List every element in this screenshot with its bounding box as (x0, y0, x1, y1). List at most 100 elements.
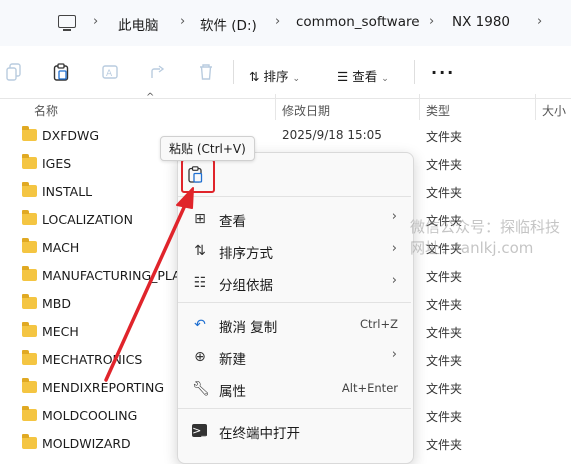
file-date: 2025/9/18 15:05 (282, 128, 382, 142)
file-type: 文件夹 (426, 270, 463, 284)
chevron-right-icon: › (537, 14, 543, 29)
watermark-line-1: 微信公众号：探临科技 (410, 218, 561, 236)
menu-item-label: 属性 (219, 384, 246, 400)
folder-icon (22, 154, 37, 169)
menu-item-label: 新建 (219, 352, 246, 368)
file-name: LOCALIZATION (42, 212, 133, 227)
computer-icon (58, 15, 76, 31)
folder-icon (22, 322, 37, 337)
chevron-right-icon: › (391, 241, 397, 256)
menu-divider (178, 196, 411, 197)
menu-item-label: 撤消 复制 (219, 320, 278, 336)
file-type: 文件夹 (426, 186, 463, 200)
delete-icon[interactable] (198, 63, 214, 81)
copy-icon[interactable] (6, 63, 22, 81)
folder-icon (22, 434, 37, 449)
menu-shortcut: Alt+Enter (341, 381, 398, 395)
folder-icon (22, 182, 37, 197)
file-name: MBD (42, 296, 71, 311)
column-header-name[interactable]: 名称 (34, 102, 58, 119)
file-name: MECHATRONICS (42, 352, 143, 367)
sort-icon: ⇅ (194, 243, 206, 259)
file-type: 文件夹 (426, 382, 463, 396)
file-name: MECH (42, 324, 79, 339)
column-divider[interactable] (535, 94, 536, 120)
toolbar-divider (233, 60, 234, 84)
folder-icon (22, 378, 37, 393)
menu-item-properties[interactable]: 🔧︎ 属性 Alt+Enter (178, 374, 411, 402)
command-bar: A ⇅ 排序 ⌄ ☰ 查看 ⌄ ··· (0, 46, 571, 99)
folder-icon (22, 126, 37, 141)
chevron-down-icon: ⌄ (292, 74, 301, 84)
folder-icon (22, 294, 37, 309)
view-button-label: 查看 (352, 69, 378, 84)
paste-icon[interactable] (53, 63, 69, 81)
menu-item-group-by[interactable]: ☷ 分组依据 › (178, 268, 411, 296)
share-icon[interactable] (150, 63, 166, 81)
menu-item-label: 查看 (219, 214, 246, 230)
chevron-right-icon: › (180, 14, 186, 29)
file-name: MOLDWIZARD (42, 436, 131, 451)
file-type: 文件夹 (426, 298, 463, 312)
wrench-icon: 🔧︎ (192, 381, 210, 397)
breadcrumb-common-software[interactable]: common_software (296, 14, 420, 30)
chevron-right-icon: › (391, 273, 397, 288)
breadcrumb-nx-1980[interactable]: NX 1980 (452, 14, 510, 30)
folder-icon (22, 266, 37, 281)
folder-icon (22, 406, 37, 421)
paste-icon[interactable] (188, 166, 203, 183)
paste-tooltip: 粘贴 (Ctrl+V) (160, 136, 255, 161)
svg-text:A: A (106, 69, 113, 79)
file-name: INSTALL (42, 184, 93, 199)
file-name: DXFDWG (42, 128, 100, 143)
sort-button[interactable]: ⇅ 排序 ⌄ (249, 66, 300, 85)
watermark-line-2: 网址：tanlkj.com (410, 239, 534, 257)
view-icon: ☰ (337, 69, 349, 84)
sort-button-label: 排序 (263, 69, 289, 84)
undo-icon: ↶ (194, 317, 206, 333)
menu-item-undo-copy[interactable]: ↶ 撤消 复制 Ctrl+Z (178, 310, 411, 338)
rename-icon[interactable]: A (102, 63, 118, 81)
breadcrumb-drive-d[interactable]: 软件 (D:) (200, 14, 257, 34)
menu-item-view[interactable]: ⊞ 查看 › (178, 204, 411, 232)
file-type: 文件夹 (426, 410, 463, 424)
column-header-type[interactable]: 类型 (426, 102, 450, 119)
column-divider[interactable] (419, 94, 420, 120)
file-name: IGES (42, 156, 72, 171)
menu-item-label: 排序方式 (219, 246, 273, 262)
menu-item-label: 在终端中打开 (219, 426, 300, 442)
chevron-right-icon: › (391, 209, 397, 224)
column-header-size[interactable]: 大小 (542, 102, 566, 119)
chevron-right-icon: › (93, 14, 99, 29)
file-name: MANUFACTURING_PLA (42, 268, 181, 283)
column-header-row: 名称 修改日期 类型 大小 (0, 94, 571, 122)
folder-icon (22, 238, 37, 253)
list-icon: ☷ (193, 275, 207, 291)
file-name: MACH (42, 240, 80, 255)
column-header-date[interactable]: 修改日期 (282, 102, 330, 119)
breadcrumb-this-pc[interactable]: 此电脑 (118, 14, 159, 34)
menu-shortcut: Ctrl+Z (360, 317, 398, 331)
menu-item-sort-by[interactable]: ⇅ 排序方式 › (178, 236, 411, 264)
folder-icon (22, 350, 37, 365)
add-circle-icon: ⊕ (194, 349, 206, 365)
menu-item-open-in-terminal[interactable]: >_ 在终端中打开 (178, 416, 411, 444)
menu-item-label: 分组依据 (219, 278, 273, 294)
chevron-down-icon: ⌄ (381, 74, 389, 84)
file-type: 文件夹 (426, 438, 463, 452)
file-type: 文件夹 (426, 158, 463, 172)
file-name: MOLDCOOLING (42, 408, 138, 423)
column-divider[interactable] (275, 94, 276, 120)
sort-icon: ⇅ (249, 69, 260, 84)
file-name: MENDIXREPORTING (42, 380, 165, 395)
file-type: 文件夹 (426, 326, 463, 340)
address-bar[interactable]: › 此电脑 › 软件 (D:) › common_software › NX 1… (0, 0, 571, 46)
more-options-icon[interactable]: ··· (431, 63, 455, 82)
folder-icon (22, 210, 37, 225)
view-button[interactable]: ☰ 查看 ⌄ (337, 66, 389, 85)
chevron-right-icon: › (429, 14, 435, 29)
menu-divider (178, 302, 411, 303)
menu-item-new[interactable]: ⊕ 新建 › (178, 342, 411, 370)
file-row[interactable]: DXFDWG 2025/9/18 15:05 文件夹 (0, 122, 571, 150)
toolbar-divider (414, 60, 415, 84)
